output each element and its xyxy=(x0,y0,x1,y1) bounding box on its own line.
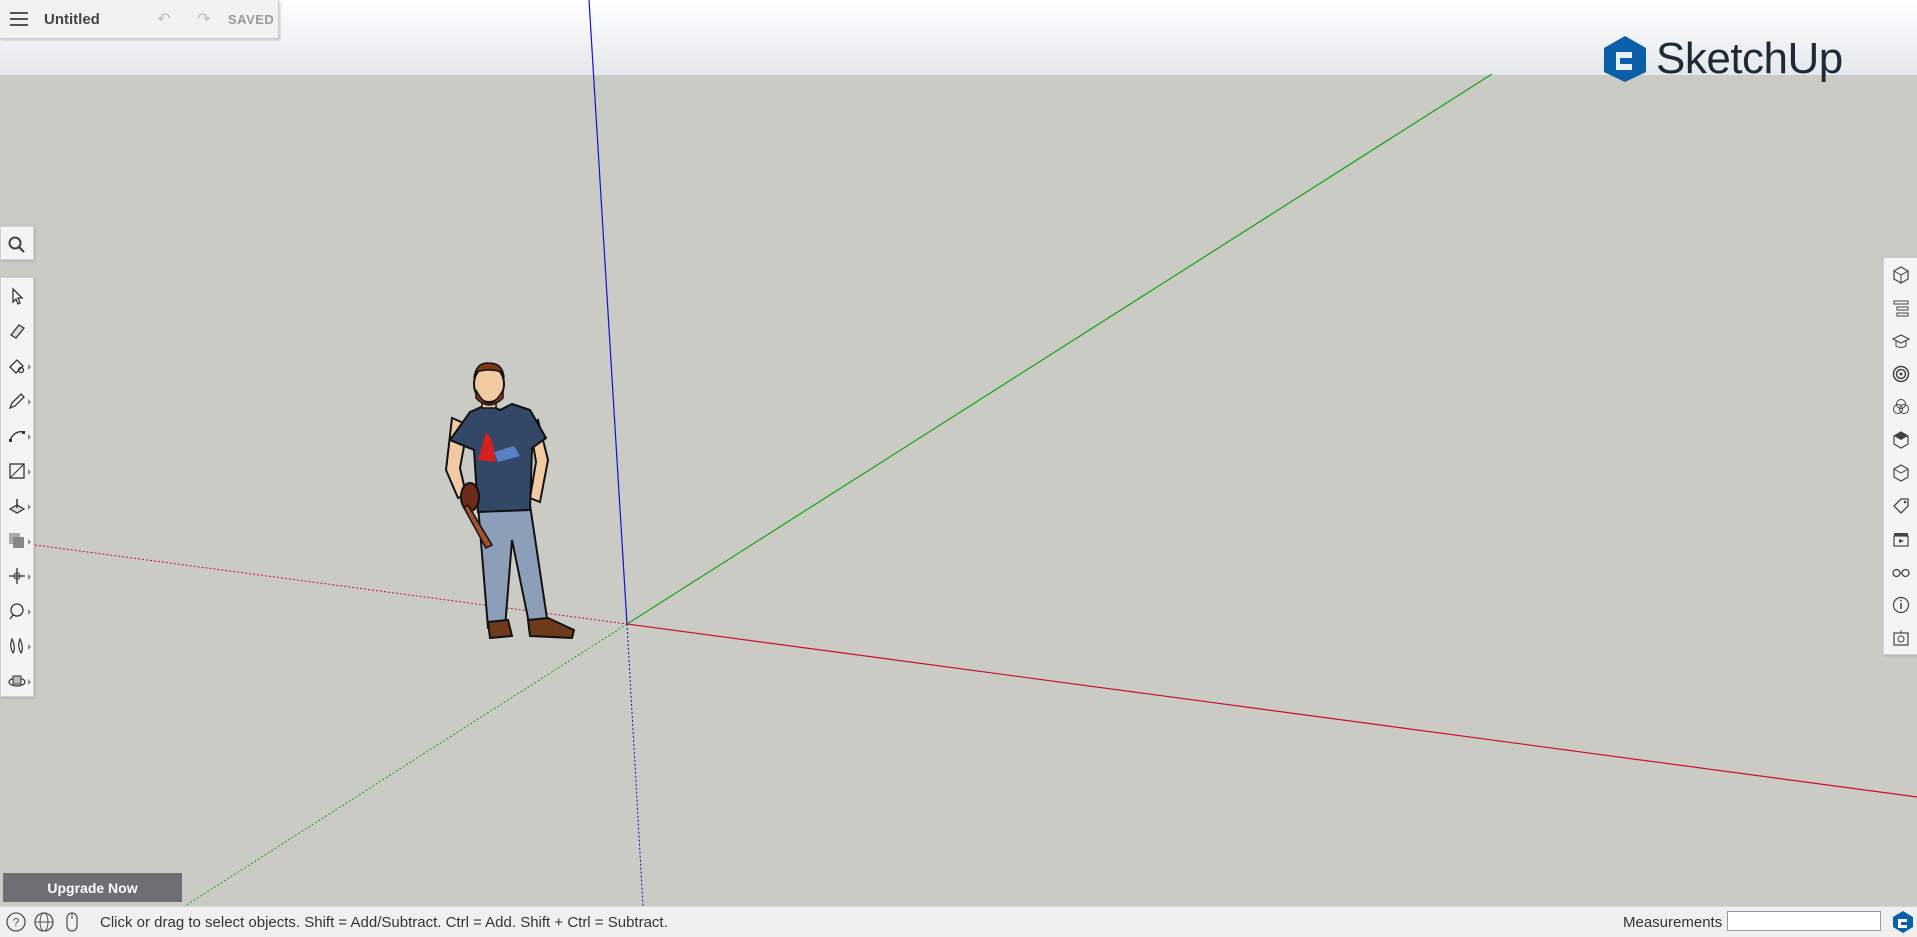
sketchup-logo: SketchUp xyxy=(1602,34,1843,84)
shadows-icon[interactable] xyxy=(1884,621,1917,654)
sketchup-logo-small-icon[interactable] xyxy=(1891,910,1915,934)
arc-tool-icon[interactable] xyxy=(1,418,33,453)
upgrade-now-button[interactable]: Upgrade Now xyxy=(3,873,182,902)
components-icon[interactable] xyxy=(1884,357,1917,390)
entity-info-icon[interactable] xyxy=(1884,258,1917,291)
move-tool-icon[interactable] xyxy=(1,558,33,593)
green-axis xyxy=(626,73,1493,625)
globe-icon[interactable] xyxy=(32,910,56,934)
scale-figure[interactable] xyxy=(444,362,576,640)
document-panel: Untitled ↶ ↷ SAVED xyxy=(0,0,279,39)
styles-icon[interactable] xyxy=(1884,423,1917,456)
eraser-tool-icon[interactable] xyxy=(1,313,33,348)
materials-icon[interactable] xyxy=(1884,390,1917,423)
svg-text:?: ? xyxy=(13,916,20,930)
hamburger-menu-icon[interactable] xyxy=(10,12,28,26)
pencil-tool-icon[interactable] xyxy=(1,383,33,418)
search-icon[interactable] xyxy=(1,227,33,262)
measurements-input[interactable] xyxy=(1727,911,1881,931)
status-message: Click or drag to select objects. Shift =… xyxy=(100,913,668,931)
push-pull-tool-icon[interactable] xyxy=(1,488,33,523)
tape-measure-tool-icon[interactable] xyxy=(1,593,33,628)
select-tool-icon[interactable] xyxy=(1,278,33,313)
3d-warehouse-icon[interactable] xyxy=(1884,456,1917,489)
drawing-viewport[interactable] xyxy=(0,0,1917,906)
save-status: SAVED xyxy=(228,11,275,27)
scenes-icon[interactable] xyxy=(1884,522,1917,555)
green-axis-negative xyxy=(184,623,628,906)
orbit-tool-icon[interactable] xyxy=(1,663,33,698)
mouse-icon[interactable] xyxy=(60,910,84,934)
model-info-icon[interactable] xyxy=(1884,588,1917,621)
tags-icon[interactable] xyxy=(1884,489,1917,522)
document-title[interactable]: Untitled xyxy=(44,11,144,28)
sketchup-logo-icon xyxy=(1604,36,1646,82)
measurements-label: Measurements xyxy=(1623,914,1723,931)
blue-axis-negative xyxy=(626,623,644,906)
outliner-icon[interactable] xyxy=(1884,291,1917,324)
help-icon[interactable]: ? xyxy=(4,910,28,934)
blue-axis xyxy=(588,0,628,625)
left-toolbar xyxy=(0,277,34,697)
rectangle-tool-icon[interactable] xyxy=(1,453,33,488)
instructor-icon[interactable] xyxy=(1884,324,1917,357)
walk-tool-icon[interactable] xyxy=(1,628,33,663)
status-bar: ? Click or drag to select objects. Shift… xyxy=(0,906,1917,937)
display-icon[interactable] xyxy=(1884,555,1917,588)
offset-tool-icon[interactable] xyxy=(1,523,33,558)
undo-icon[interactable]: ↶ xyxy=(144,9,184,29)
red-axis xyxy=(626,623,1917,798)
axes xyxy=(34,0,1917,906)
brand-name: SketchUp xyxy=(1656,34,1843,83)
right-panel xyxy=(1883,257,1917,655)
redo-icon[interactable]: ↷ xyxy=(184,9,224,29)
search-toolbar xyxy=(0,226,34,260)
paint-bucket-tool-icon[interactable] xyxy=(1,348,33,383)
